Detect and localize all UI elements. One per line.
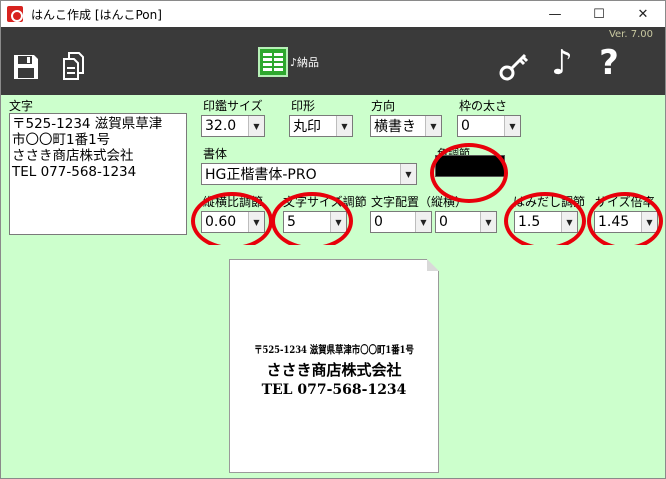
waku-label: 枠の太さ [459,99,508,113]
waku-select[interactable]: 0 ▼ [457,115,521,137]
minimize-button[interactable]: — [533,1,577,27]
stamp-preview: 〒525-1234 滋賀県草津市〇〇町1番1号 ささき商店株式会社 TEL 07… [230,340,438,400]
size-bairitsu-label: サイズ倍率 [595,195,655,209]
aspect-label: 縦横比調節 [203,195,264,209]
moji-label: 文字 [9,99,34,113]
maximize-button[interactable]: ☐ [577,1,621,27]
moji-textarea[interactable]: 〒525-1234 滋賀県草津 市〇〇町1番1号 ささき商店株式会社 TEL 0… [9,113,187,235]
save-icon[interactable] [11,53,41,81]
houkou-select[interactable]: 横書き ▼ [370,115,442,137]
chevron-down-icon: ▼ [400,164,416,184]
help-icon[interactable]: ? [597,45,621,81]
ingata-select[interactable]: 丸印 ▼ [289,115,353,137]
preview-area: 〒525-1234 滋賀県草津市〇〇町1番1号 ささき商店株式会社 TEL 07… [1,245,665,478]
version-label: Ver. 7.00 [608,29,653,40]
nouhin-button[interactable]: ♪納品 [258,47,324,77]
window-title: はんこ作成 [はんこPon] [31,7,162,22]
chevron-down-icon: ▼ [415,212,431,232]
close-button[interactable]: ✕ [621,1,665,27]
preview-paper: 〒525-1234 滋賀県草津市〇〇町1番1号 ささき商店株式会社 TEL 07… [229,259,439,473]
color-swatch[interactable] [435,155,505,177]
chevron-down-icon: ▼ [641,212,657,232]
toolbar: Ver. 7.00 ♪納品 ♪ ? [1,27,665,95]
settings-form: 文字 〒525-1234 滋賀県草津 市〇〇町1番1号 ささき商店株式会社 TE… [1,95,665,250]
chevron-down-icon: ▼ [248,116,264,136]
moji-haichi-select-1[interactable]: 0 ▼ [370,211,432,233]
chevron-down-icon: ▼ [480,212,496,232]
chevron-down-icon: ▼ [330,212,346,232]
inkan-size-select[interactable]: 32.0 ▼ [201,115,265,137]
key-icon[interactable] [499,51,529,81]
title-bar: はんこ作成 [はんこPon] — ☐ ✕ [1,1,665,27]
hamidashi-select[interactable]: 1.5 ▼ [514,211,578,233]
moji-haichi-label: 文字配置（縦横） [371,195,468,209]
page-fold [427,259,439,271]
aspect-select[interactable]: 0.60 ▼ [201,211,265,233]
spreadsheet-icon [258,47,288,77]
nouhin-label: ♪納品 [290,56,320,69]
shotai-select[interactable]: HG正楷書体-PRO ▼ [201,163,417,185]
stamp-line-address: 〒525-1234 滋賀県草津市〇〇町1番1号 [254,344,414,356]
stamp-line-tel: TEL 077-568-1234 [261,382,407,398]
moji-haichi-select-2[interactable]: 0 ▼ [435,211,497,233]
chevron-down-icon: ▼ [561,212,577,232]
size-bairitsu-select[interactable]: 1.45 ▼ [594,211,658,233]
houkou-label: 方向 [371,99,396,113]
chevron-down-icon: ▼ [425,116,441,136]
copy-icon[interactable] [61,51,85,81]
window-controls: — ☐ ✕ [533,1,665,27]
moji-size-select[interactable]: 5 ▼ [283,211,347,233]
chevron-down-icon: ▼ [248,212,264,232]
stamp-line-company: ささき商店株式会社 [266,361,402,379]
music-note-icon[interactable]: ♪ [549,45,575,81]
moji-size-label: 文字サイズ調節 [283,195,367,209]
app-icon [7,6,23,22]
hamidashi-label: はみだし調節 [513,195,586,209]
chevron-down-icon: ▼ [504,116,520,136]
chevron-down-icon: ▼ [336,116,352,136]
inkan-size-label: 印鑑サイズ [203,99,263,113]
shotai-label: 書体 [203,147,228,161]
app-window: はんこ作成 [はんこPon] — ☐ ✕ Ver. 7.00 ♪納品 ♪ ? 文… [0,0,666,479]
ingata-label: 印形 [291,99,316,113]
